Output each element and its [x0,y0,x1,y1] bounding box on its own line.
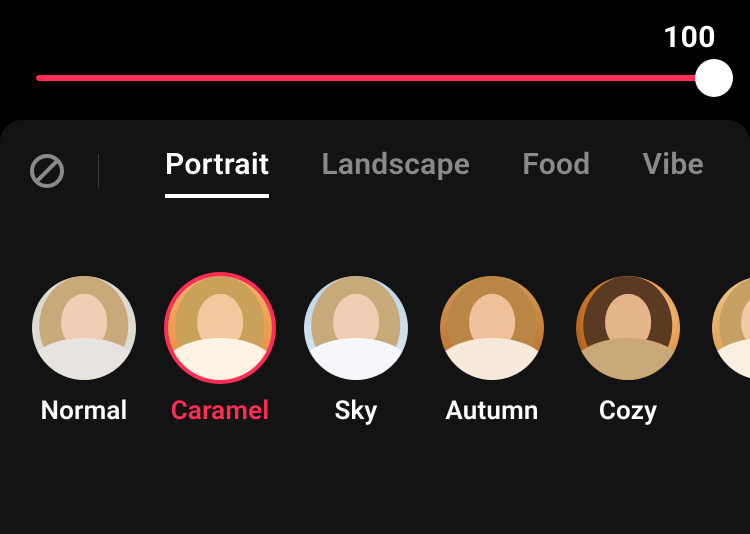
tab-food[interactable]: Food [522,147,590,196]
filter-thumb [440,276,544,380]
filter-sky[interactable]: Sky [304,276,408,426]
filter-thumb [168,276,272,380]
filter-be[interactable]: Be [712,276,750,426]
filter-caramel[interactable]: Caramel [168,276,272,426]
filter-label: Autumn [445,396,538,426]
tab-vibe[interactable]: Vibe [642,147,704,196]
intensity-slider-track[interactable] [36,75,714,81]
tab-portrait[interactable]: Portrait [165,147,269,196]
intensity-slider-area: 100 [0,0,750,120]
tab-landscape[interactable]: Landscape [321,147,470,196]
filter-autumn[interactable]: Autumn [440,276,544,426]
category-tabs: Portrait Landscape Food Vibe [131,147,704,196]
filter-thumb [304,276,408,380]
filter-thumb [712,276,750,380]
filter-normal[interactable]: Normal [32,276,136,426]
no-filter-icon[interactable] [28,152,66,190]
filter-cozy[interactable]: Cozy [576,276,680,426]
filter-label: Sky [334,396,377,426]
filter-label: Cozy [599,396,657,426]
filter-panel: Portrait Landscape Food Vibe Normal Cara… [0,120,750,534]
filter-list: Normal Caramel Sky Autumn Cozy [0,276,750,426]
category-divider [98,154,99,188]
filter-thumb [32,276,136,380]
category-row: Portrait Landscape Food Vibe [0,136,750,206]
filter-label: Caramel [171,396,270,426]
filter-label: Normal [41,396,128,426]
intensity-slider-thumb[interactable] [695,59,733,97]
intensity-value: 100 [663,20,716,55]
filter-thumb [576,276,680,380]
